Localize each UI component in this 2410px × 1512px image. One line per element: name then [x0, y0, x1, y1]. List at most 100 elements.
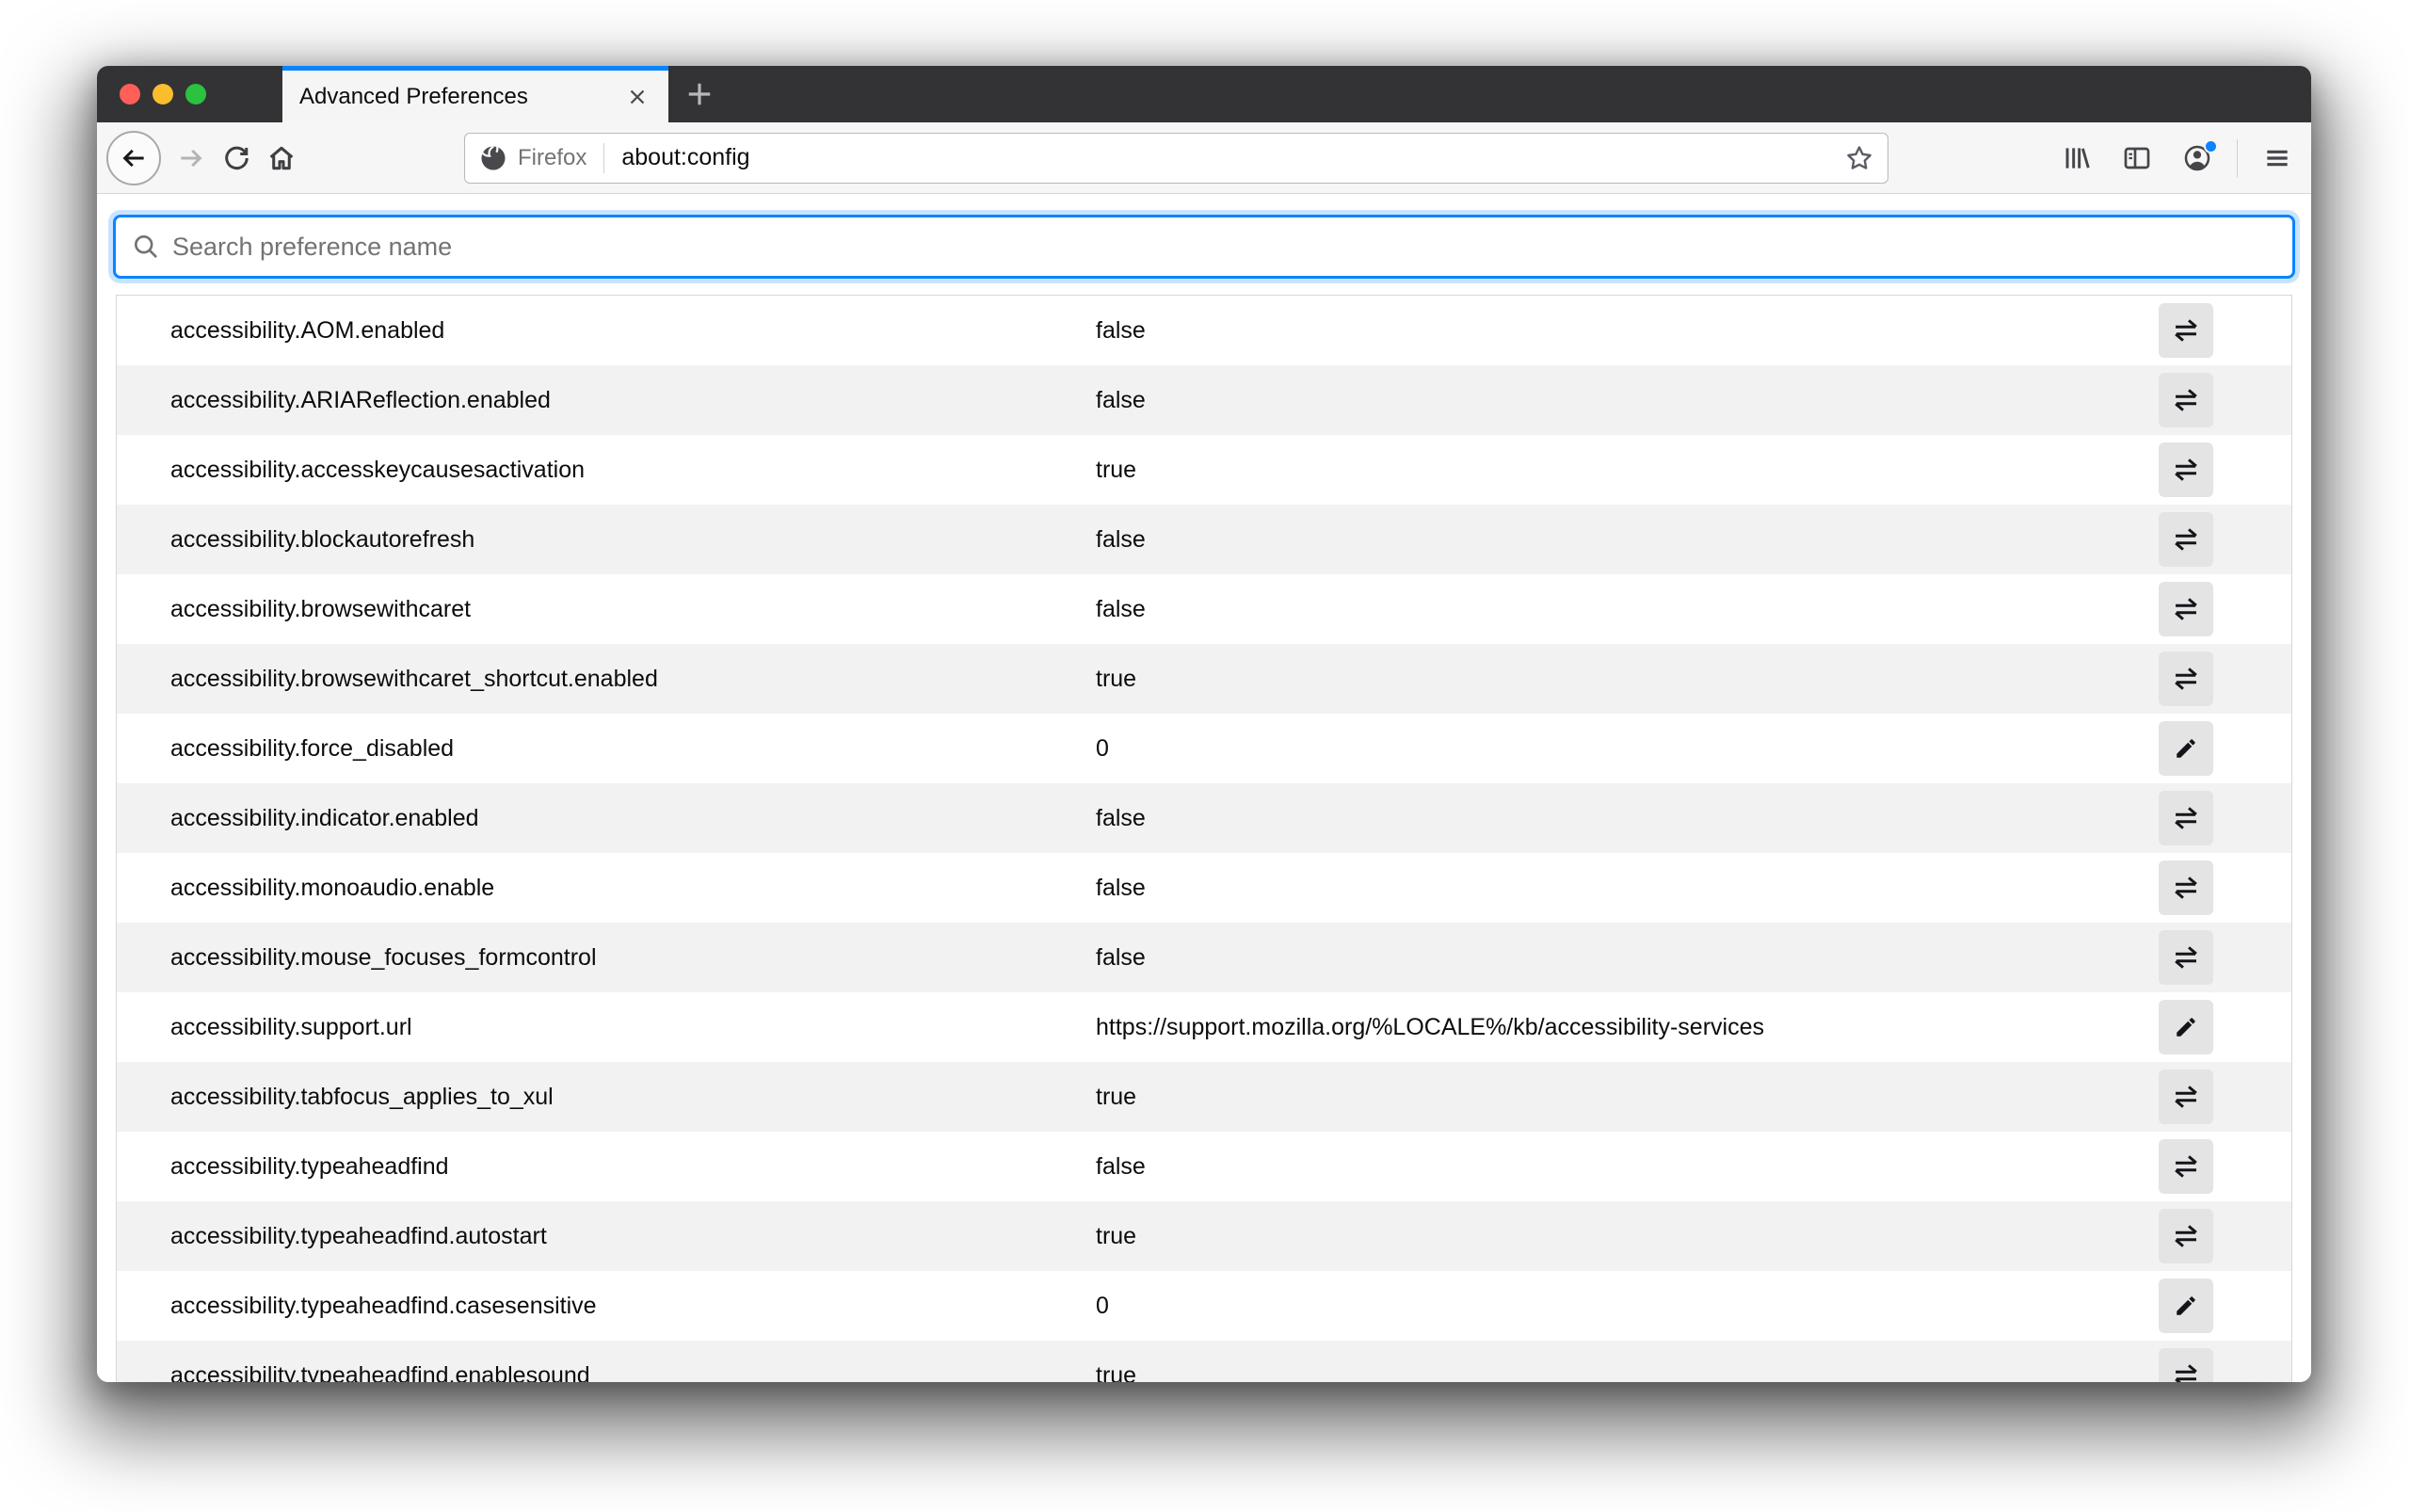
pref-row: accessibility.typeaheadfind false	[117, 1132, 2291, 1201]
pref-value: false	[1096, 875, 2159, 902]
magnifier-icon	[131, 232, 161, 262]
pref-name: accessibility.browsewithcaret_shortcut.e…	[117, 666, 1096, 693]
pref-name: accessibility.typeaheadfind	[117, 1153, 1096, 1181]
hamburger-icon	[2262, 143, 2292, 173]
firefox-logo-icon	[478, 143, 508, 173]
toggle-button[interactable]	[2159, 442, 2213, 497]
toggle-button[interactable]	[2159, 512, 2213, 567]
pref-name: accessibility.typeaheadfind.casesensitiv…	[117, 1293, 1096, 1320]
pref-value: true	[1096, 1084, 2159, 1111]
toggle-button[interactable]	[2159, 861, 2213, 915]
url-bar[interactable]: Firefox about:config	[464, 133, 1888, 184]
swap-arrows-icon	[2173, 1084, 2199, 1110]
pref-value: 0	[1096, 1293, 2159, 1320]
toggle-button[interactable]	[2159, 651, 2213, 706]
identity-label: Firefox	[518, 145, 586, 171]
arrow-right-icon	[177, 144, 205, 172]
pref-name: accessibility.indicator.enabled	[117, 805, 1096, 832]
toggle-button[interactable]	[2159, 930, 2213, 985]
pref-value: false	[1096, 317, 2159, 345]
toggle-button[interactable]	[2159, 303, 2213, 358]
swap-arrows-icon	[2173, 457, 2199, 483]
toggle-button[interactable]	[2159, 1139, 2213, 1194]
toggle-button[interactable]	[2159, 582, 2213, 636]
browser-window: Advanced Preferences	[97, 66, 2311, 1382]
star-icon	[1844, 143, 1874, 173]
pref-name: accessibility.AOM.enabled	[117, 317, 1096, 345]
pref-value: false	[1096, 944, 2159, 972]
pref-row: accessibility.mouse_focuses_formcontrol …	[117, 923, 2291, 992]
account-button[interactable]	[2177, 137, 2218, 179]
pencil-icon	[2174, 736, 2198, 761]
tab-title: Advanced Preferences	[299, 84, 623, 110]
toggle-button[interactable]	[2159, 373, 2213, 427]
pref-name: accessibility.tabfocus_applies_to_xul	[117, 1084, 1096, 1111]
pref-row: accessibility.tabfocus_applies_to_xul tr…	[117, 1062, 2291, 1132]
toggle-button[interactable]	[2159, 1348, 2213, 1382]
sidebars-button[interactable]	[2116, 137, 2158, 179]
pref-name: accessibility.monoaudio.enable	[117, 875, 1096, 902]
swap-arrows-icon	[2173, 526, 2199, 553]
pref-row: accessibility.AOM.enabled false	[117, 296, 2291, 365]
new-tab-button[interactable]	[674, 66, 725, 122]
pref-row: accessibility.typeaheadfind.enablesound …	[117, 1341, 2291, 1382]
pref-name: accessibility.support.url	[117, 1014, 1096, 1041]
pref-value: false	[1096, 526, 2159, 554]
pref-name: accessibility.accesskeycausesactivation	[117, 457, 1096, 484]
toggle-button[interactable]	[2159, 1070, 2213, 1124]
close-window-button[interactable]	[120, 84, 140, 105]
pencil-icon	[2174, 1015, 2198, 1039]
sidebar-icon	[2122, 143, 2152, 173]
edit-button[interactable]	[2159, 1000, 2213, 1054]
traffic-lights	[97, 66, 282, 122]
pref-row: accessibility.monoaudio.enable false	[117, 853, 2291, 923]
pref-row: accessibility.browsewithcaret false	[117, 574, 2291, 644]
zoom-window-button[interactable]	[185, 84, 206, 105]
edit-button[interactable]	[2159, 1279, 2213, 1333]
tab-close-icon[interactable]	[623, 83, 651, 111]
swap-arrows-icon	[2173, 596, 2199, 622]
home-button[interactable]	[259, 136, 304, 181]
search-input[interactable]	[172, 233, 2277, 262]
toolbar-right-group	[2056, 137, 2298, 179]
back-button[interactable]	[106, 131, 161, 185]
bookmark-star-button[interactable]	[1844, 143, 1874, 173]
library-button[interactable]	[2056, 137, 2097, 179]
tab-bar: Advanced Preferences	[97, 66, 2311, 122]
pref-row: accessibility.force_disabled 0	[117, 714, 2291, 783]
tab-advanced-preferences[interactable]: Advanced Preferences	[282, 66, 668, 122]
minimize-window-button[interactable]	[153, 84, 173, 105]
pref-name: accessibility.typeaheadfind.autostart	[117, 1223, 1096, 1250]
edit-button[interactable]	[2159, 721, 2213, 776]
swap-arrows-icon	[2173, 875, 2199, 901]
preferences-table: accessibility.AOM.enabled false accessib…	[116, 295, 2292, 1382]
pref-row: accessibility.ARIAReflection.enabled fal…	[117, 365, 2291, 435]
pref-row: accessibility.indicator.enabled false	[117, 783, 2291, 853]
library-icon	[2062, 143, 2092, 173]
toolbar-separator	[2237, 139, 2238, 177]
toggle-button[interactable]	[2159, 791, 2213, 845]
pref-value: true	[1096, 1223, 2159, 1250]
pref-value: false	[1096, 805, 2159, 832]
home-icon	[266, 143, 297, 173]
pref-row: accessibility.accesskeycausesactivation …	[117, 435, 2291, 505]
pref-row: accessibility.support.url https://suppor…	[117, 992, 2291, 1062]
forward-button[interactable]	[169, 136, 214, 181]
swap-arrows-icon	[2173, 944, 2199, 971]
pref-value: false	[1096, 387, 2159, 414]
swap-arrows-icon	[2173, 1153, 2199, 1180]
toggle-button[interactable]	[2159, 1209, 2213, 1263]
reload-button[interactable]	[214, 136, 259, 181]
swap-arrows-icon	[2173, 1362, 2199, 1382]
url-separator	[603, 143, 604, 173]
pref-value: true	[1096, 457, 2159, 484]
pref-value: 0	[1096, 735, 2159, 763]
pref-value: false	[1096, 1153, 2159, 1181]
url-text: about:config	[621, 144, 1844, 171]
preference-search-box[interactable]	[113, 215, 2295, 279]
menu-button[interactable]	[2257, 137, 2298, 179]
pref-row: accessibility.blockautorefresh false	[117, 505, 2291, 574]
notification-dot	[2204, 139, 2218, 153]
pref-name: accessibility.browsewithcaret	[117, 596, 1096, 623]
reload-icon	[222, 144, 250, 172]
